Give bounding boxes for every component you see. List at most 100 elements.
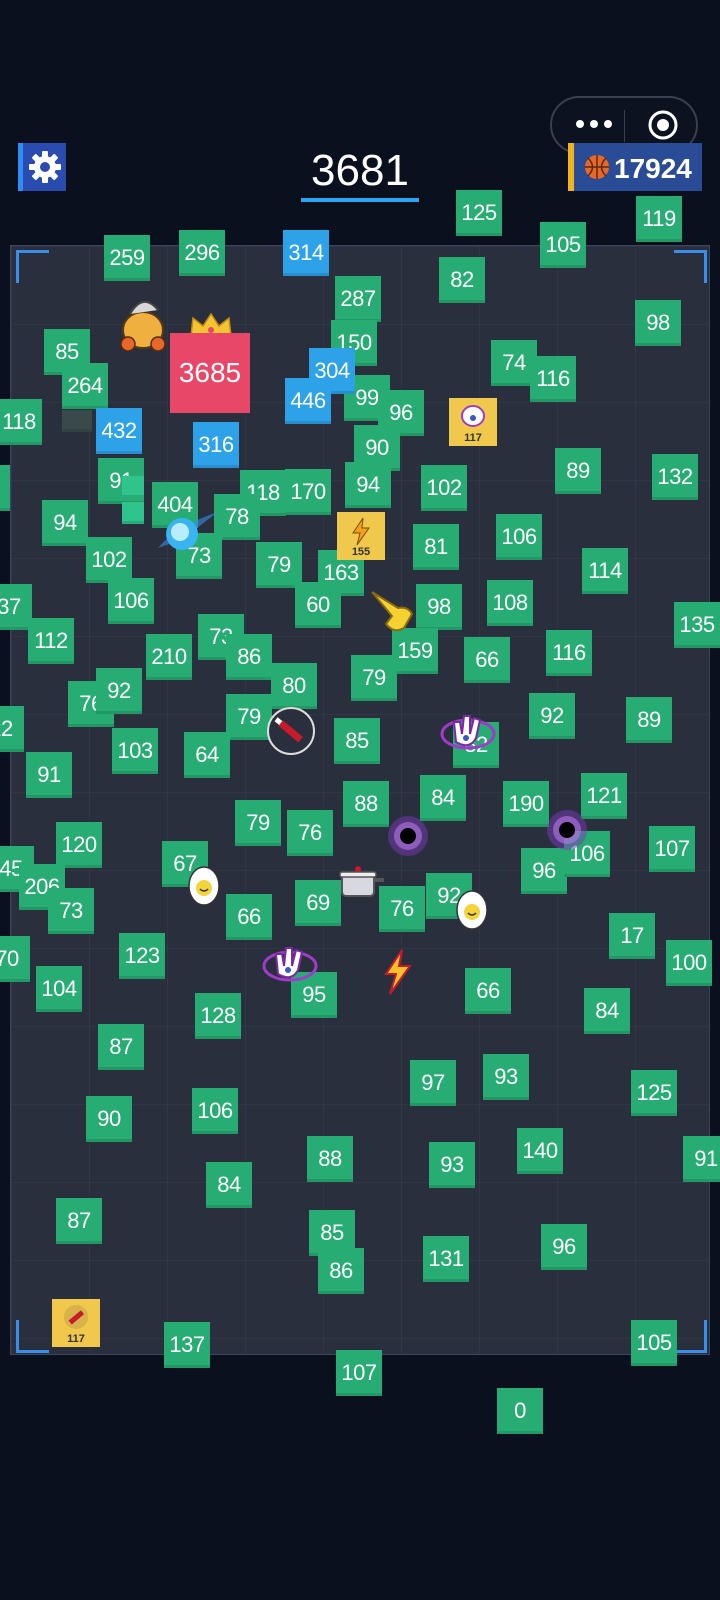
- chicken-character-icon: [120, 301, 166, 352]
- brick: 116: [546, 630, 592, 676]
- score-display: 3681: [311, 146, 409, 195]
- brick: 66: [226, 894, 272, 940]
- brick: 60: [295, 582, 341, 628]
- brick: 89: [626, 697, 672, 743]
- brick: 108: [487, 580, 533, 626]
- brick: 264: [62, 363, 108, 409]
- egg-icon: [188, 866, 220, 906]
- brick: 125: [456, 190, 502, 236]
- brick: 106: [496, 514, 542, 560]
- brick: 94: [345, 462, 391, 508]
- pointing-hand-icon: [371, 591, 414, 632]
- brick: 96: [521, 848, 567, 894]
- dissolving-brick: [122, 502, 144, 524]
- brick: 210: [146, 634, 192, 680]
- brick: 132: [652, 454, 698, 500]
- brick: [0, 465, 10, 511]
- brick: 105: [631, 1320, 677, 1366]
- brick: 91: [26, 752, 72, 798]
- board-corner-top-right: [674, 250, 707, 283]
- brick: 91: [683, 1136, 720, 1182]
- brick: 64: [184, 732, 230, 778]
- glove-icon: [440, 715, 496, 750]
- fireball-icon: [158, 512, 218, 550]
- egg-icon: [456, 890, 488, 930]
- brick: 92: [96, 668, 142, 714]
- brick: 88: [343, 781, 389, 827]
- brick: 87: [98, 1024, 144, 1070]
- brick-blue: 316: [193, 422, 239, 468]
- brick: 85: [334, 718, 380, 764]
- brick: 102: [421, 465, 467, 511]
- brick: 84: [584, 988, 630, 1034]
- brick: 100: [666, 940, 712, 986]
- settings-button[interactable]: [18, 143, 66, 191]
- board-corner-bottom-right: [674, 1320, 707, 1353]
- brick: 190: [503, 781, 549, 827]
- brick: 79: [235, 800, 281, 846]
- brick: 22: [0, 706, 24, 752]
- brick: 125: [631, 1070, 677, 1116]
- brick: 80: [271, 663, 317, 709]
- brick: 106: [192, 1088, 238, 1134]
- brick: 287: [335, 276, 381, 322]
- target-icon[interactable]: [646, 108, 680, 142]
- brick: 94: [42, 500, 88, 546]
- brick: 96: [541, 1224, 587, 1270]
- brick: 0: [497, 1388, 543, 1434]
- syringe-icon[interactable]: [266, 706, 316, 756]
- pot-icon: [339, 866, 384, 897]
- brick: 105: [540, 222, 586, 268]
- syringe-powerup: 117: [52, 1299, 100, 1347]
- capsule-divider: [624, 110, 625, 142]
- brick: 70: [0, 936, 30, 982]
- brick: 131: [423, 1236, 469, 1282]
- brick: 114: [582, 548, 628, 594]
- brick: 84: [206, 1162, 252, 1208]
- brick: 123: [119, 933, 165, 979]
- brick: 88: [307, 1136, 353, 1182]
- board-corner-top-left: [16, 250, 49, 283]
- brick: 103: [112, 728, 158, 774]
- brick: 104: [36, 966, 82, 1012]
- brick: 119: [636, 196, 682, 242]
- brick: 93: [483, 1054, 529, 1100]
- brick: 296: [179, 230, 225, 276]
- gear-icon: [29, 151, 61, 183]
- brick: 135: [674, 602, 720, 648]
- brick: 66: [464, 637, 510, 683]
- brick: 107: [336, 1350, 382, 1396]
- brick: 98: [416, 584, 462, 630]
- lightning-powerup: 155: [337, 512, 385, 560]
- brick: 98: [635, 300, 681, 346]
- dissolving-brick: [62, 410, 92, 432]
- brick: 17: [609, 913, 655, 959]
- brick: 107: [649, 826, 695, 872]
- brick: 66: [465, 968, 511, 1014]
- brick: 112: [28, 618, 74, 664]
- glove-powerup: 117: [449, 398, 497, 446]
- coin-count: 17924: [614, 153, 692, 184]
- brick: 128: [195, 993, 241, 1039]
- score-underline: [301, 198, 419, 202]
- brick-blue: 446: [285, 378, 331, 424]
- brick: 82: [439, 257, 485, 303]
- brick: 102: [86, 537, 132, 583]
- brick: 69: [295, 880, 341, 926]
- brick: 92: [529, 693, 575, 739]
- coin-counter[interactable]: 17924: [568, 143, 702, 191]
- brick: 118: [0, 399, 42, 445]
- king-brick: 3685: [170, 333, 250, 413]
- powerup-count: 117: [464, 432, 482, 444]
- brick: 140: [517, 1128, 563, 1174]
- brick: 137: [164, 1322, 210, 1368]
- brick: 81: [413, 524, 459, 570]
- brick-blue: 314: [283, 230, 329, 276]
- black-hole-icon: [388, 816, 428, 856]
- brick-blue: 432: [96, 408, 142, 454]
- lightning-icon: [384, 949, 412, 995]
- dissolving-brick: [122, 476, 144, 498]
- brick: 170: [285, 469, 331, 515]
- brick: 97: [410, 1060, 456, 1106]
- brick: 259: [104, 235, 150, 281]
